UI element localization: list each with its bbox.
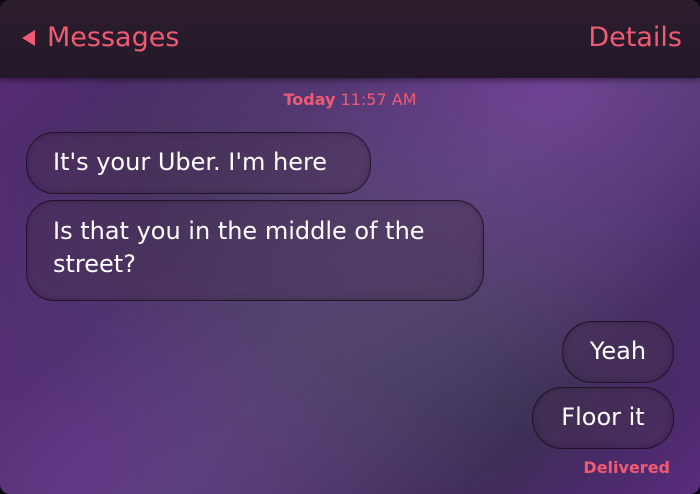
- outgoing-message-bubble[interactable]: Yeah: [562, 321, 674, 383]
- back-to-messages-button[interactable]: Messages: [22, 16, 179, 60]
- details-button[interactable]: Details: [588, 16, 682, 60]
- timestamp-time: 11:57 AM: [340, 90, 417, 109]
- delivery-status: Delivered: [583, 458, 670, 477]
- back-button-label: Messages: [47, 22, 180, 53]
- navigation-bar: Messages Details: [0, 0, 700, 78]
- back-arrow-icon: [22, 30, 35, 46]
- conversation-timestamp: Today 11:57 AM: [0, 90, 700, 109]
- incoming-message-bubble[interactable]: Is that you in the middle of the street?: [26, 200, 484, 301]
- timestamp-day: Today: [283, 90, 336, 109]
- messages-screen: Messages Details Today 11:57 AM It's you…: [0, 0, 700, 494]
- outgoing-message-bubble[interactable]: Floor it: [532, 387, 674, 449]
- incoming-message-bubble[interactable]: It's your Uber. I'm here: [26, 132, 371, 194]
